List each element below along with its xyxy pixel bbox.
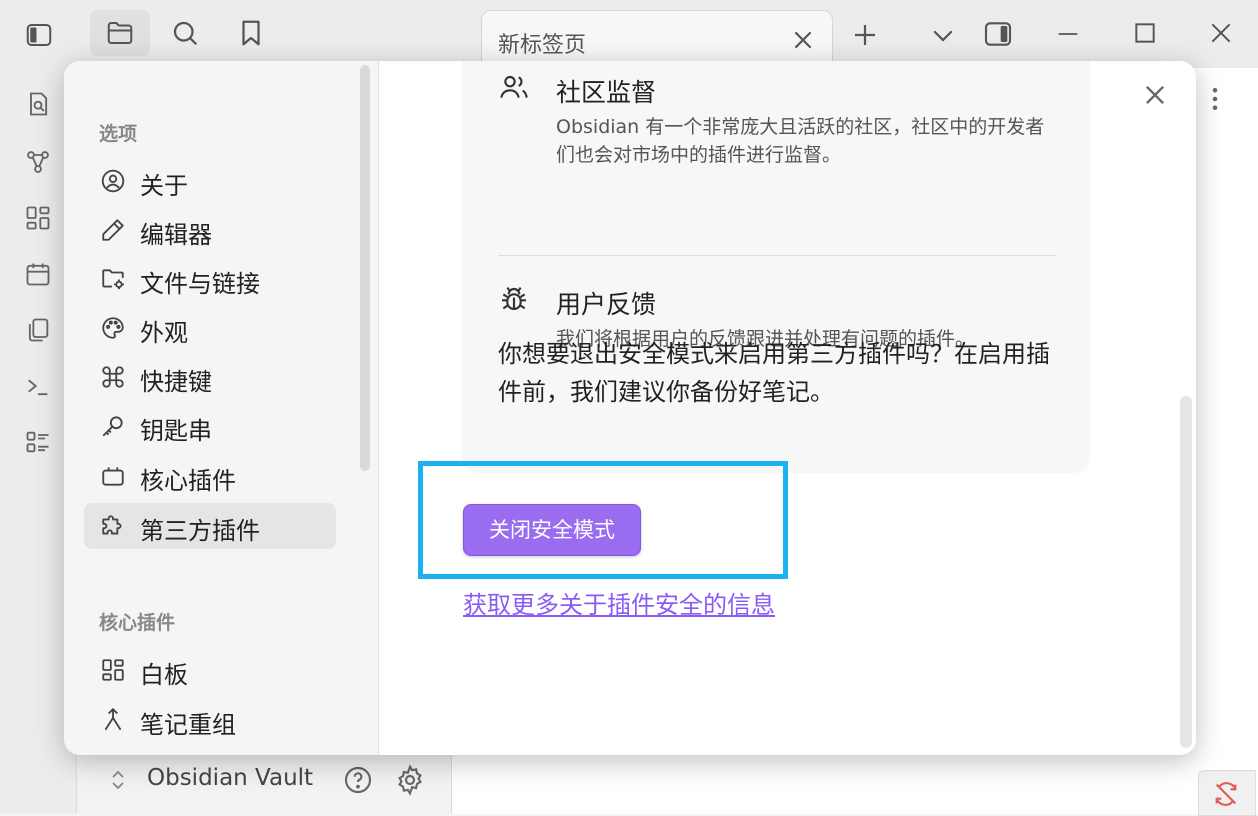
- layout-grid-icon: [100, 657, 126, 683]
- sidebar-item-label: 编辑器: [140, 221, 212, 249]
- safe-mode-card: 社区监督 Obsidian 有一个非常庞大且活跃的社区，社区中的开发者们也会对市…: [462, 61, 1090, 473]
- outline-icon[interactable]: [24, 428, 52, 456]
- sidebar-item-about[interactable]: 关于: [84, 158, 336, 204]
- sidebar-item-editor[interactable]: 编辑器: [84, 207, 336, 253]
- more-options-icon[interactable]: [1200, 84, 1230, 114]
- minimize-icon[interactable]: [1054, 20, 1082, 48]
- command-icon: [100, 364, 126, 390]
- sidebar-item-label: 核心插件: [140, 467, 236, 495]
- new-tab-icon[interactable]: [850, 20, 880, 50]
- puzzle-icon: [100, 513, 126, 539]
- sidebar-item-keychain[interactable]: 钥匙串: [84, 403, 336, 449]
- sidebar-toggle-icon[interactable]: [22, 20, 56, 50]
- sidebar-item-label: 第三方插件: [140, 517, 260, 545]
- sidebar-item-files-links[interactable]: 文件与链接: [84, 256, 336, 302]
- pencil-icon: [100, 217, 126, 243]
- help-icon[interactable]: [342, 764, 374, 796]
- sidebar-item-label: 文件与链接: [140, 270, 260, 298]
- users-icon: [498, 71, 530, 103]
- templates-icon[interactable]: [24, 316, 52, 344]
- learn-more-link[interactable]: 获取更多关于插件安全的信息: [463, 585, 775, 620]
- settings-gear-icon[interactable]: [394, 764, 426, 796]
- sidebar-item-label: 关于: [140, 172, 188, 200]
- sidebar-item-community-plugins[interactable]: 第三方插件: [84, 503, 336, 549]
- feature-title: 用户反馈: [556, 290, 657, 319]
- tab-new-tab[interactable]: 新标签页: [481, 10, 833, 68]
- chevron-down-icon[interactable]: [928, 20, 958, 50]
- feature-description: Obsidian 有一个非常庞大且活跃的社区，社区中的开发者们也会对市场中的插件…: [556, 116, 1045, 166]
- sidebar-item-label: 笔记重组: [140, 711, 236, 739]
- palette-icon: [100, 315, 126, 341]
- bookmark-icon[interactable]: [236, 18, 266, 48]
- settings-content: 社区监督 Obsidian 有一个非常庞大且活跃的社区，社区中的开发者们也会对市…: [379, 61, 1196, 755]
- folder-cog-icon: [100, 266, 126, 292]
- maximize-icon[interactable]: [1132, 20, 1158, 46]
- calendar-icon[interactable]: [24, 260, 52, 288]
- key-icon: [100, 413, 126, 439]
- sidebar-item-label: 白板: [140, 661, 188, 689]
- sidebar-item-core-plugins[interactable]: 核心插件: [84, 453, 336, 499]
- graph-view-icon[interactable]: [24, 148, 52, 176]
- plug-icon: [100, 463, 126, 489]
- settings-sidebar: 选项 关于 编辑器 文件与链接 外观 快捷键 钥匙串 核心插件 第三方插件 核心…: [64, 61, 379, 755]
- close-icon[interactable]: [1141, 81, 1169, 109]
- bug-icon: [498, 283, 530, 315]
- random-note-icon[interactable]: [24, 90, 52, 118]
- sidebar-item-canvas[interactable]: 白板: [84, 647, 336, 693]
- vault-switcher-icon[interactable]: [106, 766, 130, 794]
- right-sidebar-toggle-icon[interactable]: [980, 18, 1016, 50]
- search-icon[interactable]: [170, 18, 200, 48]
- user-circle-icon: [100, 168, 126, 194]
- sidebar-item-appearance[interactable]: 外观: [84, 305, 336, 351]
- content-scrollbar[interactable]: [1180, 396, 1192, 748]
- merge-icon: [100, 707, 126, 733]
- close-tab-icon[interactable]: [790, 27, 816, 53]
- close-window-icon[interactable]: [1208, 20, 1234, 46]
- sidebar-item-label: 外观: [140, 319, 188, 347]
- settings-modal: 选项 关于 编辑器 文件与链接 外观 快捷键 钥匙串 核心插件 第三方插件 核心…: [64, 61, 1196, 755]
- vault-name[interactable]: Obsidian Vault: [147, 765, 313, 791]
- turn-off-safe-mode-button[interactable]: 关闭安全模式: [463, 504, 641, 556]
- sidebar-scrollbar[interactable]: [360, 65, 370, 471]
- safe-mode-question: 你想要退出安全模式来启用第三方插件吗？在启用插件前，我们建议你备份好笔记。: [498, 340, 1050, 406]
- sidebar-item-label: 钥匙串: [140, 417, 212, 445]
- folder-icon[interactable]: [104, 18, 136, 48]
- sidebar-item-note-composer[interactable]: 笔记重组: [84, 697, 336, 743]
- sidebar-item-hotkeys[interactable]: 快捷键: [84, 354, 336, 400]
- command-palette-icon[interactable]: [24, 372, 52, 400]
- divider: [498, 255, 1056, 256]
- options-section-header: 选项: [99, 123, 138, 145]
- core-plugins-section-header: 核心插件: [99, 612, 176, 634]
- feature-title: 社区监督: [556, 78, 657, 107]
- sync-off-icon: [1212, 780, 1240, 808]
- canvas-icon[interactable]: [24, 204, 52, 232]
- tab-title: 新标签页: [498, 33, 587, 58]
- sidebar-item-label: 快捷键: [140, 368, 212, 396]
